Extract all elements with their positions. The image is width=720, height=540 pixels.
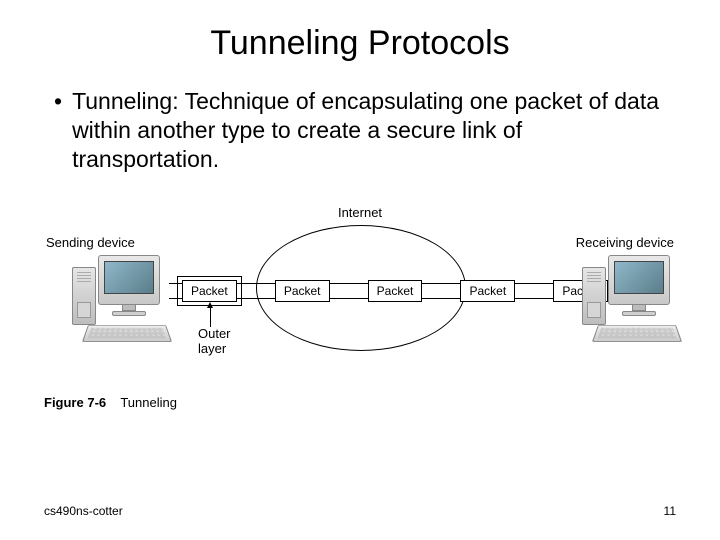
receiving-computer-icon [566, 255, 678, 365]
packet-row: Packet Packet Packet Packet Packet [182, 279, 608, 303]
monitor-base-icon [622, 311, 656, 316]
packet-box: Packet [275, 280, 330, 302]
packet-box: Packet [368, 280, 423, 302]
slide-footer: cs490ns-cotter 11 [44, 504, 676, 518]
outer-layer-arrow [210, 307, 211, 327]
packet-box: Packet [460, 280, 515, 302]
outer-layer-label-line2: layer [198, 342, 231, 356]
page-number: 11 [664, 504, 676, 518]
keyboard-icon [592, 325, 682, 342]
packet-box: Packet [182, 280, 237, 302]
keyboard-icon [82, 325, 172, 342]
monitor-icon [608, 255, 670, 305]
outer-layer-label-line1: Outer [198, 327, 231, 341]
slide: Tunneling Protocols • Tunneling: Techniq… [0, 0, 720, 540]
footer-left: cs490ns-cotter [44, 504, 123, 518]
internet-label: Internet [338, 205, 382, 220]
monitor-base-icon [112, 311, 146, 316]
slide-title: Tunneling Protocols [44, 24, 676, 63]
sending-computer-icon [56, 255, 168, 365]
bullet-item: • Tunneling: Technique of encapsulating … [44, 87, 676, 173]
figure-caption: Figure 7-6 Tunneling [44, 395, 177, 410]
tower-icon [582, 267, 606, 325]
tunneling-figure: Internet Sending device Receiving device… [44, 211, 676, 421]
monitor-icon [98, 255, 160, 305]
sending-device-label: Sending device [46, 235, 135, 250]
figure-caption-text: Tunneling [120, 395, 177, 410]
outer-layer-label: Outer layer [198, 327, 231, 356]
figure-number: Figure 7-6 [44, 395, 106, 410]
bullet-text: Tunneling: Technique of encapsulating on… [72, 87, 670, 173]
bullet-marker: • [54, 87, 62, 173]
receiving-device-label: Receiving device [576, 235, 674, 250]
tower-icon [72, 267, 96, 325]
